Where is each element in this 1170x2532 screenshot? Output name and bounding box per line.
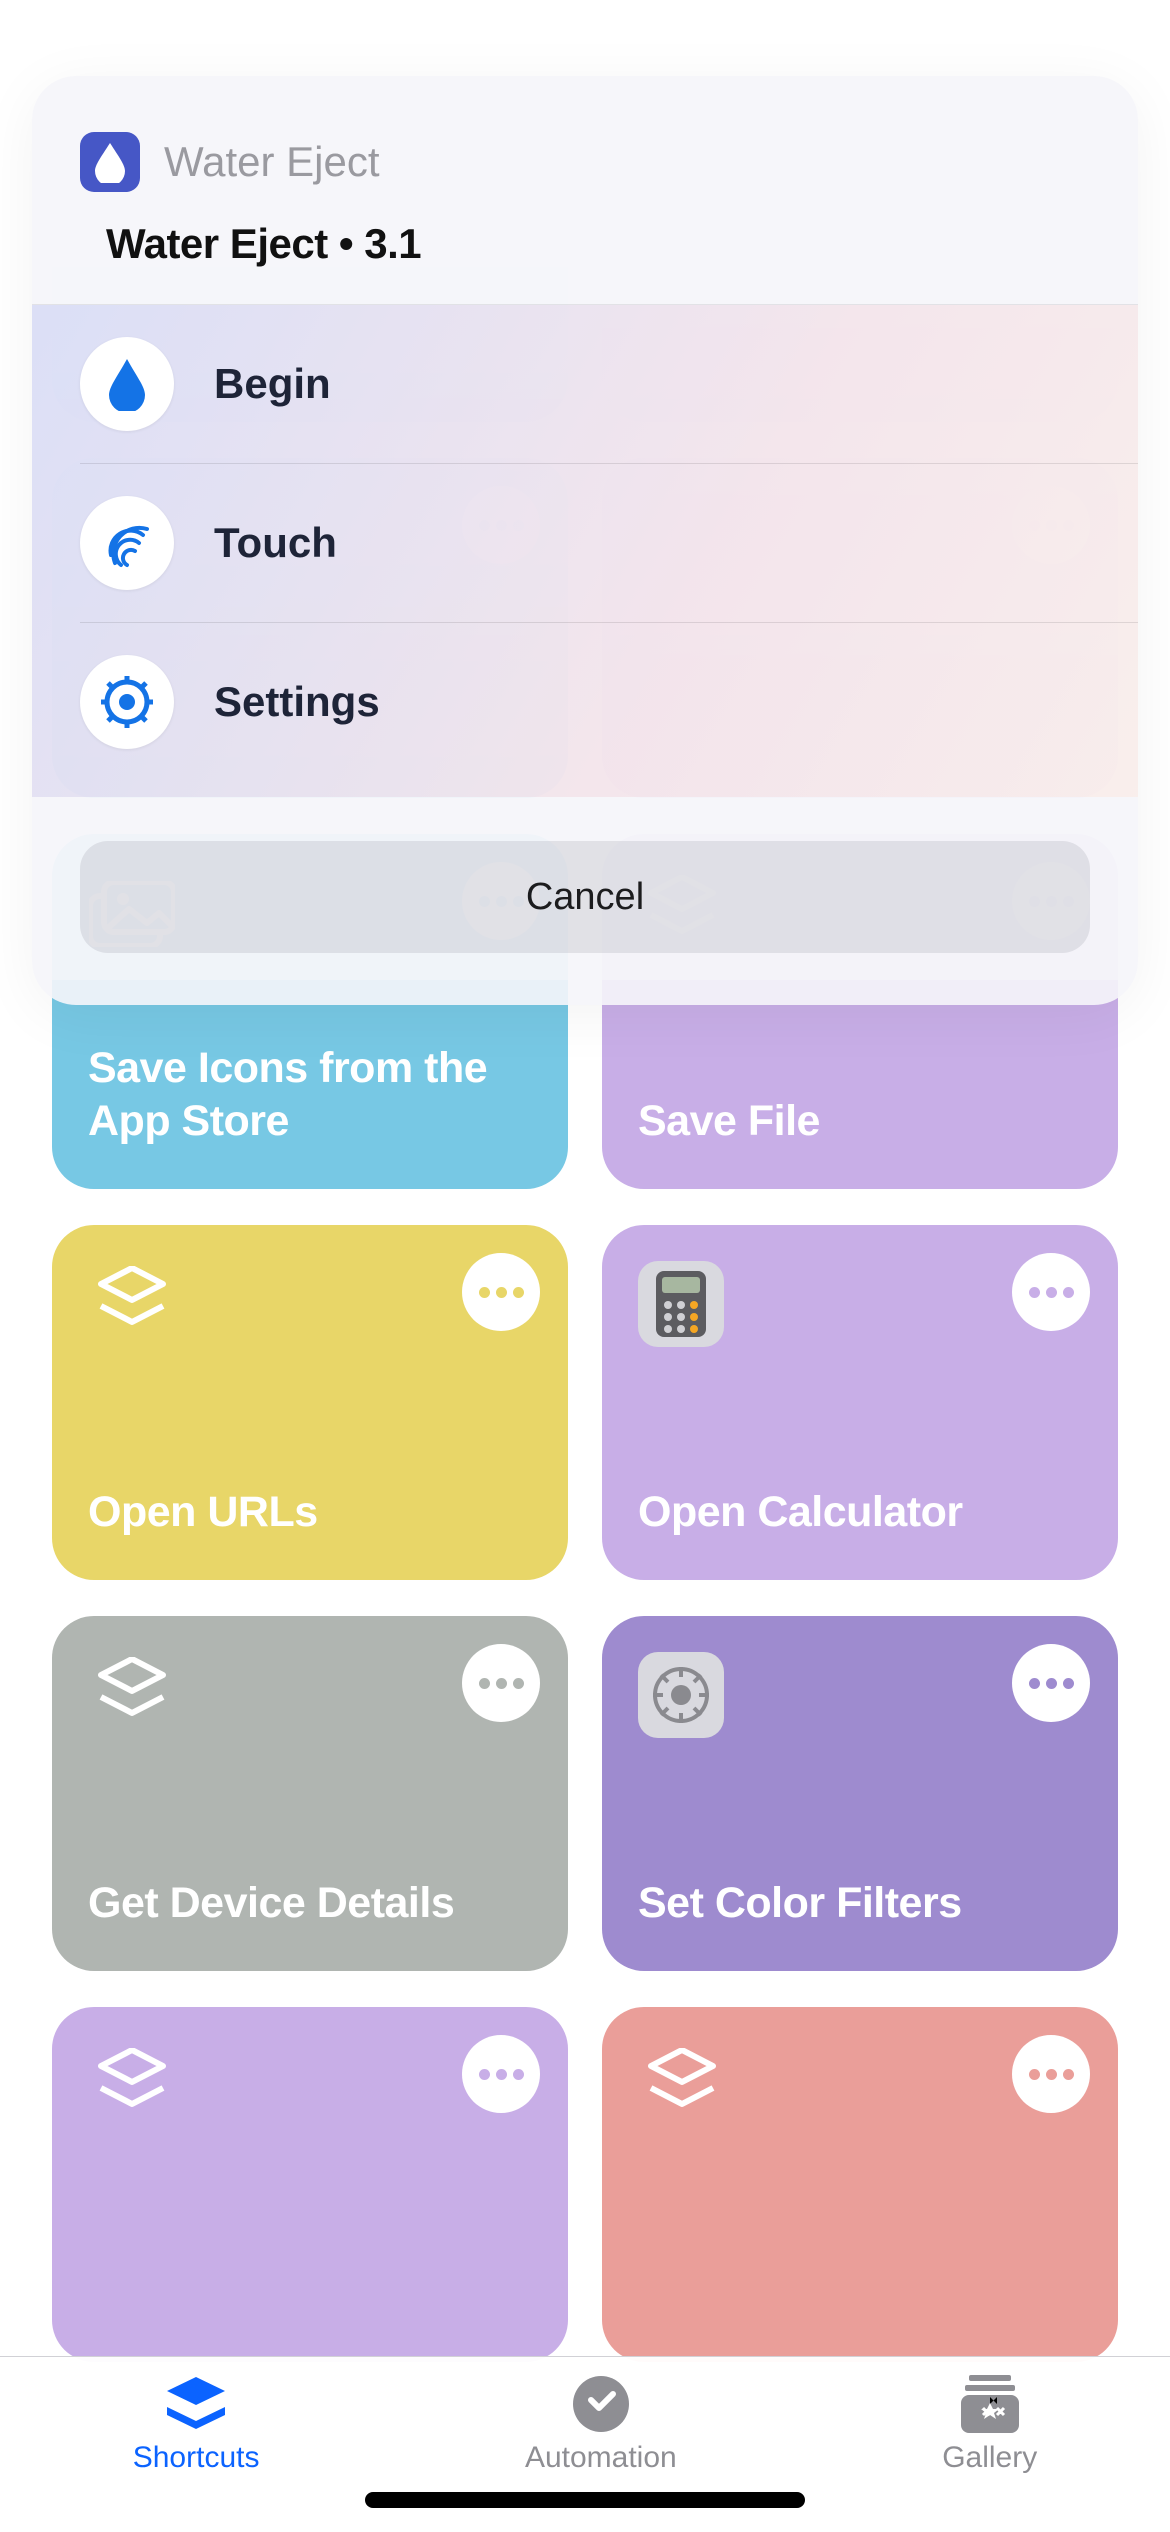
card-more-button[interactable] xyxy=(462,1644,540,1722)
tab-label: Gallery xyxy=(942,2441,1037,2475)
shortcut-title: Save Icons from the App Store xyxy=(88,1042,532,1150)
option-label: Touch xyxy=(214,519,337,567)
card-more-button[interactable] xyxy=(462,2035,540,2113)
option-touch[interactable]: Touch xyxy=(80,463,1138,622)
sheet-app-name: Water Eject xyxy=(164,138,380,186)
gallery-tab-icon xyxy=(959,2375,1021,2433)
water-drop-icon xyxy=(80,337,174,431)
shortcut-icon xyxy=(88,2043,176,2131)
settings-app-icon xyxy=(638,1652,724,1738)
tab-gallery[interactable]: Gallery xyxy=(942,2375,1037,2475)
shortcut-card-color-filters[interactable]: Set Color Filters xyxy=(602,1616,1118,1971)
shortcut-icon xyxy=(88,1652,176,1740)
tab-label: Shortcuts xyxy=(133,2441,260,2475)
shortcut-card-open-urls[interactable]: Open URLs xyxy=(52,1225,568,1580)
option-settings[interactable]: Settings xyxy=(80,622,1138,797)
tab-shortcuts[interactable]: Shortcuts xyxy=(133,2375,260,2475)
shortcut-card[interactable] xyxy=(52,2007,568,2362)
shortcut-icon xyxy=(638,2043,726,2131)
card-more-button[interactable] xyxy=(1012,1644,1090,1722)
shortcut-title: Open Calculator xyxy=(638,1486,1082,1540)
sheet-title: Water Eject • 3.1 xyxy=(80,220,1090,268)
shortcut-title: Save File xyxy=(638,1095,1082,1149)
sheet-footer: Cancel xyxy=(32,797,1138,1005)
tab-label: Automation xyxy=(525,2441,677,2475)
shortcut-icon xyxy=(88,1261,176,1349)
shortcuts-tab-icon xyxy=(163,2375,229,2433)
tab-automation[interactable]: Automation xyxy=(525,2375,677,2475)
fingerprint-icon xyxy=(80,496,174,590)
automation-tab-icon xyxy=(571,2375,631,2433)
water-eject-app-icon xyxy=(80,132,140,192)
option-label: Settings xyxy=(214,678,380,726)
shortcut-title: Get Device Details xyxy=(88,1877,532,1931)
calculator-app-icon xyxy=(638,1261,724,1347)
option-label: Begin xyxy=(214,360,331,408)
shortcut-title: Open URLs xyxy=(88,1486,532,1540)
card-more-button[interactable] xyxy=(462,1253,540,1331)
option-begin[interactable]: Begin xyxy=(32,305,1138,463)
shortcut-card-get-device[interactable]: Get Device Details xyxy=(52,1616,568,1971)
card-more-button[interactable] xyxy=(1012,2035,1090,2113)
sheet-options: Begin Touch Settings xyxy=(32,305,1138,797)
action-sheet: Water Eject Water Eject • 3.1 Begin Touc… xyxy=(32,76,1138,1005)
shortcut-title: Set Color Filters xyxy=(638,1877,1082,1931)
gear-icon xyxy=(80,655,174,749)
shortcut-card[interactable] xyxy=(602,2007,1118,2362)
home-indicator xyxy=(365,2492,805,2508)
cancel-button[interactable]: Cancel xyxy=(80,841,1090,953)
shortcut-card-open-calculator[interactable]: Open Calculator xyxy=(602,1225,1118,1580)
card-more-button[interactable] xyxy=(1012,1253,1090,1331)
sheet-header: Water Eject Water Eject • 3.1 xyxy=(32,76,1138,305)
